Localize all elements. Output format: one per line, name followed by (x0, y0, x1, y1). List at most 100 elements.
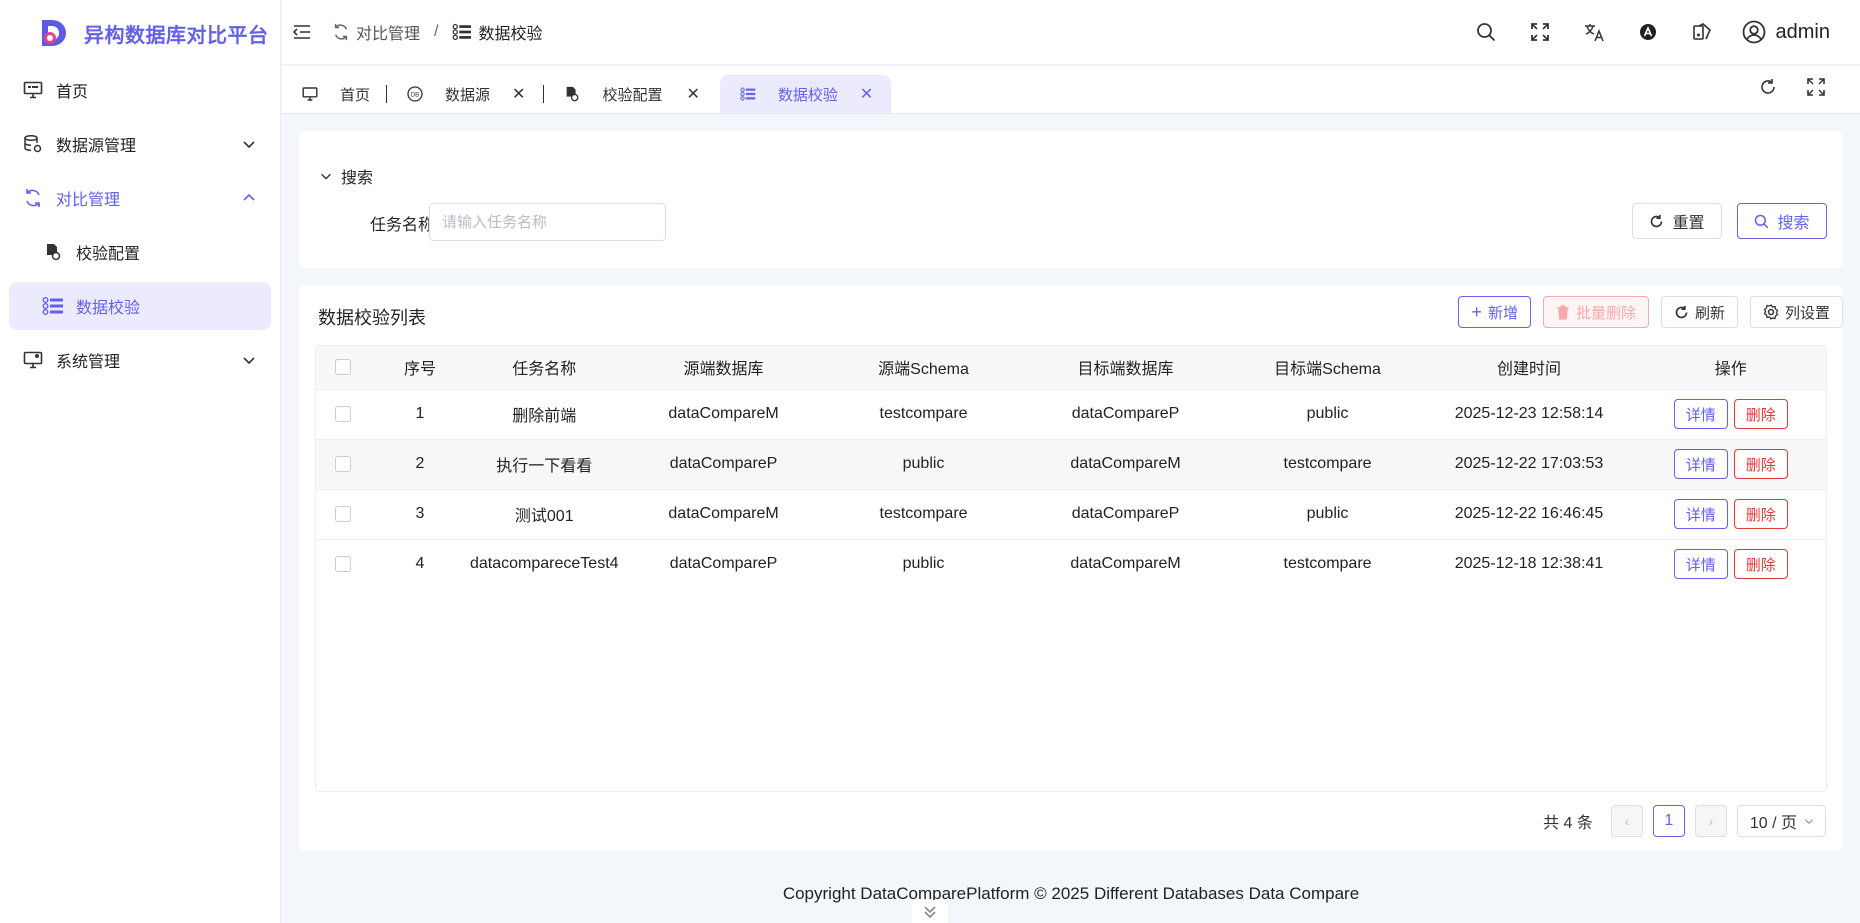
cell-index: 3 (370, 488, 470, 539)
tab-close-icon[interactable]: ✕ (686, 84, 699, 104)
table-row[interactable]: 3 测试001 dataCompareM testcompare dataCom… (316, 488, 1826, 539)
refresh-button[interactable]: 刷新 (1660, 296, 1738, 328)
compare-icon (22, 187, 44, 209)
column-header: 创建时间 (1422, 346, 1636, 389)
chevron-down-icon (243, 357, 255, 365)
row-checkbox[interactable] (335, 505, 351, 522)
user-menu[interactable]: admin (1742, 20, 1830, 44)
sidebar-item-label: 系统管理 (56, 354, 121, 371)
system-settings-icon (22, 349, 44, 371)
table-row[interactable]: 2 执行一下看看 dataCompareP public dataCompare… (316, 438, 1826, 489)
sidebar-item-data-check[interactable]: 数据校验 (9, 282, 271, 330)
cell-source-db: dataCompareM (618, 488, 829, 539)
footer-collapse-handle[interactable] (912, 900, 948, 923)
table-row[interactable]: 1 删除前端 dataCompareM testcompare dataComp… (316, 388, 1826, 439)
cell-source-schema: testcompare (828, 488, 1019, 539)
cell-source-db: dataCompareP (618, 438, 829, 489)
sidebar-item-check-config[interactable]: 校验配置 (9, 228, 271, 276)
row-checkbox[interactable] (335, 405, 351, 422)
refresh-label: 刷新 (1694, 304, 1725, 322)
batch-delete-label: 批量删除 (1575, 304, 1636, 322)
refresh-icon (1651, 214, 1663, 227)
refresh-tab-button[interactable] (1759, 78, 1777, 101)
search-panel-toggle[interactable]: 搜索 (319, 164, 373, 188)
sidebar-item-label: 首页 (56, 84, 89, 101)
cell-created-time: 2025-12-18 12:38:41 (1422, 538, 1636, 589)
delete-button[interactable]: 删除 (1733, 399, 1788, 429)
cell-target-schema: testcompare (1232, 438, 1423, 489)
search-icon (1476, 23, 1495, 42)
tab-datasource[interactable]: DB 数据源 ✕ (387, 75, 543, 113)
cell-source-db: dataCompareP (618, 538, 829, 589)
sidebar-item-label: 对比管理 (56, 192, 121, 209)
detail-button[interactable]: 详情 (1673, 399, 1728, 429)
detail-button[interactable]: 详情 (1673, 499, 1728, 529)
search-button[interactable] (1472, 18, 1500, 46)
data-check-list-panel: 数据校验列表 + 新增 批量删除 刷新 列设置 序号 任务名称 源端数据库 源端… (299, 285, 1843, 851)
app-logo[interactable]: 异构数据库对比平台 (0, 0, 280, 66)
compare-icon (334, 23, 348, 41)
reset-label: 重置 (1672, 215, 1705, 232)
select-all-checkbox[interactable] (335, 359, 351, 376)
cell-task-name: 执行一下看看 (470, 438, 619, 489)
sidebar-item-label: 数据校验 (76, 300, 141, 317)
cell-index: 4 (370, 538, 470, 589)
table-header-row: 序号 任务名称 源端数据库 源端Schema 目标端数据库 目标端Schema … (316, 346, 1826, 389)
column-header: 任务名称 (470, 346, 619, 389)
tab-label: 首页 (340, 86, 371, 104)
page-size-select[interactable]: 10 / 页 (1736, 805, 1826, 837)
add-button[interactable]: + 新增 (1458, 296, 1531, 328)
tab-label: 校验配置 (602, 86, 663, 104)
language-button[interactable] (1580, 18, 1608, 46)
sidebar-item-system[interactable]: 系统管理 (9, 336, 271, 384)
brand-logo-icon (42, 20, 66, 46)
row-checkbox[interactable] (335, 455, 351, 472)
theme-button[interactable] (1688, 18, 1716, 46)
delete-button[interactable]: 删除 (1733, 449, 1788, 479)
collapse-sidebar-button[interactable] (288, 18, 316, 46)
table-row[interactable]: 4 datacompareceTest4 dataCompareP public… (316, 538, 1826, 589)
tab-close-icon[interactable]: ✕ (860, 84, 873, 104)
delete-button[interactable]: 删除 (1733, 549, 1788, 580)
select-all-checkbox-cell (316, 346, 370, 389)
cell-index: 2 (370, 438, 470, 489)
cell-source-schema: public (828, 538, 1019, 589)
svg-text:DB: DB (411, 93, 419, 99)
list-title: 数据校验列表 (318, 308, 426, 328)
search-icon (1755, 214, 1769, 228)
chevron-up-icon (243, 193, 255, 201)
batch-delete-button[interactable]: 批量删除 (1542, 296, 1649, 328)
cell-task-name: 测试001 (470, 488, 619, 539)
tab-data-check[interactable]: 数据校验 ✕ (719, 75, 892, 113)
font-button[interactable] (1634, 18, 1662, 46)
row-checkbox[interactable] (335, 556, 351, 573)
sidebar-item-compare[interactable]: 对比管理 (9, 174, 271, 222)
delete-button[interactable]: 删除 (1733, 499, 1788, 529)
breadcrumb-label: 数据校验 (478, 26, 543, 43)
sidebar-item-home[interactable]: 首页 (9, 66, 271, 114)
monitor-icon (22, 79, 44, 101)
detail-button[interactable]: 详情 (1673, 549, 1728, 580)
cell-source-db: dataCompareM (618, 388, 829, 439)
column-settings-button[interactable]: 列设置 (1749, 296, 1843, 328)
fullscreen-icon (1807, 78, 1825, 96)
cell-task-name: datacompareceTest4 (470, 538, 619, 589)
menu-fold-icon (293, 25, 310, 39)
list-icon (740, 87, 756, 101)
fullscreen-button[interactable] (1526, 18, 1554, 46)
prev-page-button[interactable]: ‹ (1610, 805, 1643, 837)
detail-button[interactable]: 详情 (1673, 449, 1728, 479)
tab-label: 数据校验 (777, 86, 838, 104)
chevron-down-icon (321, 173, 331, 180)
maximize-button[interactable] (1807, 78, 1825, 101)
breadcrumb-item[interactable]: 对比管理 (332, 20, 420, 44)
next-page-button[interactable]: › (1694, 805, 1727, 837)
tab-close-icon[interactable]: ✕ (512, 84, 525, 104)
sidebar-item-datasource[interactable]: 数据源管理 (9, 120, 271, 168)
tab-check-config[interactable]: 校验配置 ✕ (544, 75, 717, 113)
reset-button[interactable]: 重置 (1632, 203, 1722, 239)
tab-home[interactable]: 首页 (282, 75, 386, 113)
search-submit-button[interactable]: 搜索 (1737, 203, 1827, 239)
page-number[interactable]: 1 (1652, 805, 1685, 837)
task-name-input[interactable] (429, 203, 666, 241)
